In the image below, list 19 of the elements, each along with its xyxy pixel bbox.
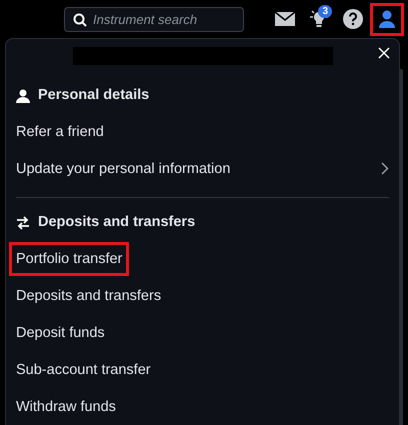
- close-icon: [378, 47, 390, 59]
- menu-item[interactable]: Update your personal information: [9, 152, 238, 186]
- user-icon: [379, 10, 395, 28]
- person-icon: [16, 89, 30, 103]
- menu-item[interactable]: Withdraw funds: [9, 390, 123, 424]
- notification-badge: 3: [318, 4, 332, 18]
- menu-item[interactable]: Sub-account transfer: [9, 352, 158, 386]
- section-heading: Deposits and transfers: [38, 213, 196, 232]
- menu-item[interactable]: Deposit funds: [9, 316, 112, 350]
- transfer-icon: [16, 216, 30, 230]
- mail-icon: [275, 12, 295, 26]
- help-icon: [343, 9, 363, 29]
- menu-item[interactable]: Refer a friend: [9, 114, 111, 148]
- menu-item[interactable]: Deposits and transfers: [9, 278, 168, 312]
- search-field[interactable]: Instrument search: [64, 6, 244, 32]
- ideas-button[interactable]: 3: [302, 2, 336, 36]
- section-heading: Personal details: [38, 86, 150, 106]
- account-button[interactable]: [370, 2, 404, 36]
- menu-item[interactable]: Portfolio transfer: [9, 242, 130, 276]
